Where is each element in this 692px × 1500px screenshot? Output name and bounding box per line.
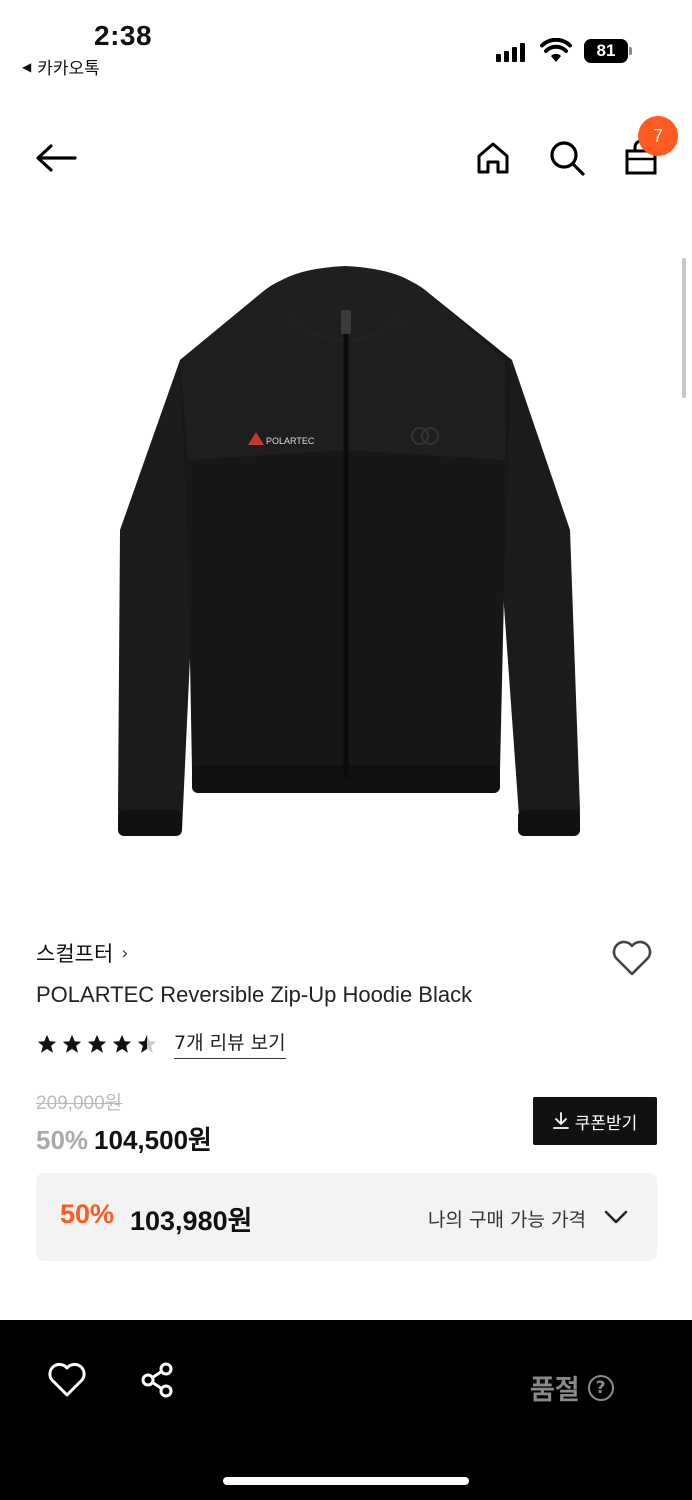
star-icon — [37, 1034, 57, 1053]
status-time: 2:38 — [94, 20, 153, 51]
search-icon[interactable] — [545, 136, 589, 180]
back-arrow-icon[interactable] — [34, 136, 78, 180]
bottom-action-bar: 품절 ? — [0, 1320, 692, 1500]
my-price-percent: 50% — [60, 1199, 115, 1229]
brand-name: 스컬프터 — [36, 942, 114, 966]
battery-icon: 81 — [584, 39, 632, 63]
chevron-right-icon: › — [121, 942, 129, 964]
top-nav — [0, 110, 692, 206]
star-icon — [87, 1034, 107, 1053]
coupon-label: 쿠폰받기 — [574, 1113, 638, 1134]
rating-row: 7개 리뷰 보기 — [36, 1028, 286, 1059]
my-price-panel[interactable]: 50% 103,980원 나의 구매 가능 가격 — [36, 1173, 657, 1261]
product-title: POLARTEC Reversible Zip-Up Hoodie Black — [36, 982, 473, 1007]
cart-count-badge: 7 — [638, 116, 678, 156]
battery-level: 81 — [584, 39, 628, 63]
my-price-label: 나의 구매 가능 가격 — [428, 1209, 586, 1231]
home-icon[interactable] — [471, 136, 515, 180]
wifi-icon — [540, 38, 572, 62]
back-triangle-icon: ◀ — [22, 59, 32, 74]
back-app-label: 카카오톡 — [37, 59, 100, 79]
heart-icon[interactable] — [610, 938, 654, 978]
home-indicator[interactable] — [223, 1477, 469, 1485]
sale-price-row: 50% 104,500원 — [36, 1120, 212, 1157]
original-price: 209,000원 — [36, 1093, 123, 1114]
scrollbar[interactable] — [682, 258, 686, 398]
sold-out-label: 품절 — [530, 1375, 580, 1406]
my-price: 103,980원 — [130, 1206, 253, 1236]
help-icon[interactable]: ? — [587, 1374, 614, 1401]
heart-icon[interactable] — [47, 1360, 87, 1400]
brand-link[interactable]: 스컬프터 › — [36, 938, 128, 968]
rating-stars — [36, 1033, 158, 1055]
polartec-logo-text: POLARTEC — [266, 436, 315, 446]
sale-percent: 50% — [36, 1125, 89, 1155]
right-sleeve — [500, 360, 580, 835]
back-to-app-link[interactable]: ◀ 카카오톡 — [22, 54, 100, 79]
signal-icon — [496, 42, 525, 62]
half-star-icon — [137, 1034, 157, 1053]
download-icon — [552, 1112, 569, 1129]
star-icon — [62, 1034, 82, 1053]
share-icon[interactable] — [138, 1360, 178, 1400]
coupon-button[interactable]: 쿠폰받기 — [533, 1097, 657, 1145]
review-link[interactable]: 7개 리뷰 보기 — [174, 1028, 286, 1059]
sale-price: 104,500원 — [94, 1125, 212, 1155]
sold-out-status: 품절 ? — [530, 1368, 614, 1407]
chevron-down-icon — [604, 1210, 628, 1224]
product-image[interactable]: POLARTEC — [100, 250, 592, 850]
star-icon — [112, 1034, 132, 1053]
status-bar: 2:38 ◀ 카카오톡 81 — [0, 0, 692, 90]
